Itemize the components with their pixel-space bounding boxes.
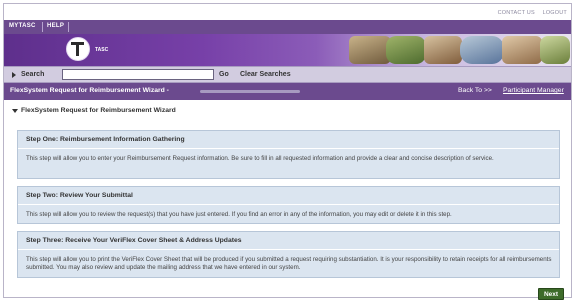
search-input[interactable] [62,69,214,80]
redacted-name [200,90,300,93]
divider [18,204,559,205]
nav-separator [42,22,43,32]
wizard-title: FlexSystem Request for Reimbursement Wiz… [10,87,169,94]
collapse-arrow-icon[interactable] [12,109,18,113]
nav-separator [68,22,69,32]
banner-photo [386,36,426,64]
divider [18,148,559,149]
logout-link[interactable]: LOGOUT [543,10,567,16]
participant-manager-link[interactable]: Participant Manager [503,87,564,94]
next-button[interactable]: Next [538,288,564,300]
step-panel-one: Step One: Reimbursement Information Gath… [17,130,560,179]
brand-banner: TASC [4,34,571,66]
tasc-logo-icon [66,37,90,61]
banner-photo [460,36,504,64]
banner-photo [540,36,570,64]
go-button[interactable]: Go [219,71,229,78]
step-title: Step One: Reimbursement Information Gath… [26,136,185,143]
contact-us-link[interactable]: CONTACT US [498,10,535,16]
banner-photo [424,36,462,64]
expand-arrow-icon[interactable] [12,72,16,78]
step-description: This step will allow you to print the Ve… [26,256,552,271]
banner-photo [502,36,542,64]
banner-photo [349,36,391,64]
logo-text: TASC [95,47,109,53]
step-description: This step will allow you to review the r… [26,211,452,218]
wizard-title-bar: FlexSystem Request for Reimbursement Wiz… [4,83,571,100]
wizard-section-header[interactable]: FlexSystem Request for Reimbursement Wiz… [4,105,571,117]
step-description: This step will allow you to enter your R… [26,155,494,162]
divider [18,249,559,250]
top-links: CONTACT US LOGOUT [492,10,567,16]
nav-tab-help[interactable]: HELP [47,23,64,29]
clear-searches-link[interactable]: Clear Searches [240,71,291,78]
nav-tab-mytasc[interactable]: MYTASC [9,23,36,29]
section-title: FlexSystem Request for Reimbursement Wiz… [21,107,176,114]
back-to-label: Back To >> [458,87,492,94]
step-title: Step Three: Receive Your VeriFlex Cover … [26,237,242,244]
top-nav-bar: MYTASC HELP [4,20,571,34]
step-panel-two: Step Two: Review Your Submittal This ste… [17,186,560,224]
app-window: CONTACT US LOGOUT MYTASC HELP TASC Searc… [3,3,572,300]
search-label: Search [21,71,45,78]
search-bar: Search Go Clear Searches [4,66,571,83]
step-panel-three: Step Three: Receive Your VeriFlex Cover … [17,231,560,278]
step-title: Step Two: Review Your Submittal [26,192,133,199]
